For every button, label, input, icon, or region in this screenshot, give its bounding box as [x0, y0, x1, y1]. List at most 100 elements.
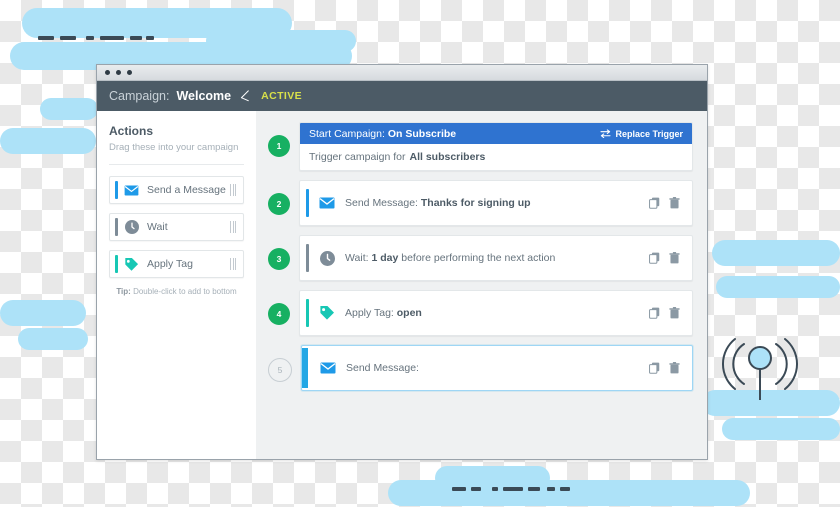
- copy-icon[interactable]: [649, 197, 660, 209]
- step-text: Send Message:: [346, 362, 649, 374]
- sidebar-tip-text: Double-click to add to bottom: [133, 287, 237, 296]
- action-step-card-apply-tag[interactable]: Apply Tag: open: [299, 290, 693, 336]
- cloud-shape: [0, 300, 86, 326]
- step-bullet[interactable]: 1: [268, 135, 290, 157]
- step-accent-bar: [306, 244, 309, 272]
- action-step-row: Send Message:: [302, 346, 692, 390]
- cloud-shape: [712, 240, 840, 266]
- sidebar-tip: Tip: Double-click to add to bottom: [109, 287, 244, 296]
- action-card-wait[interactable]: Wait: [109, 213, 244, 241]
- dash-mark: [86, 36, 94, 40]
- campaign-step: 4 Apply Tag: open: [262, 290, 693, 336]
- action-card-label: Wait: [147, 221, 230, 233]
- sidebar-title: Actions: [109, 124, 244, 138]
- trigger-card[interactable]: Start Campaign: On Subscribe Replace Tri…: [299, 122, 693, 171]
- trash-icon[interactable]: [669, 362, 680, 374]
- action-step-card-send-message-draft[interactable]: Send Message:: [301, 345, 693, 391]
- step-value: 1 day: [371, 252, 398, 264]
- step-accent-bar: [306, 299, 309, 327]
- cloud-shape: [722, 418, 840, 440]
- copy-icon[interactable]: [649, 252, 660, 264]
- action-card-send-a-message[interactable]: Send a Message: [109, 176, 244, 204]
- tag-icon: [123, 256, 140, 273]
- step-suffix: before performing the next action: [401, 252, 555, 264]
- window-minimize-dot[interactable]: [116, 70, 121, 75]
- step-accent-bar: [302, 348, 308, 388]
- tag-icon: [318, 304, 336, 322]
- drag-handle-icon[interactable]: [230, 184, 236, 196]
- dash-mark: [38, 36, 54, 40]
- campaign-step: 2 Send Message: Thanks for signing up: [262, 180, 693, 226]
- step-actions: [649, 362, 680, 374]
- step-prefix: Send Message:: [345, 197, 418, 209]
- status-badge: ACTIVE: [261, 90, 302, 102]
- replace-trigger-label: Replace Trigger: [615, 129, 683, 139]
- dash-mark: [60, 36, 76, 40]
- sidebar-subtitle: Drag these into your campaign: [109, 142, 244, 153]
- action-card-apply-tag[interactable]: Apply Tag: [109, 250, 244, 278]
- drag-handle-icon[interactable]: [230, 258, 236, 270]
- dash-mark: [471, 487, 481, 491]
- action-step-row: Wait: 1 day before performing the next a…: [300, 236, 692, 280]
- app-window: Campaign: Welcome ACTIVE Actions Drag th…: [96, 64, 708, 460]
- step-actions: [649, 197, 680, 209]
- window-close-dot[interactable]: [105, 70, 110, 75]
- step-text: Apply Tag: open: [345, 307, 649, 319]
- campaign-step: 1 Start Campaign: On Subscribe Replace T…: [262, 122, 693, 171]
- step-prefix: Wait:: [345, 252, 369, 264]
- dash-mark: [146, 36, 154, 40]
- clock-icon: [123, 219, 140, 236]
- step-prefix: Send Message:: [346, 362, 419, 374]
- action-step-card-wait[interactable]: Wait: 1 day before performing the next a…: [299, 235, 693, 281]
- trash-icon[interactable]: [669, 307, 680, 319]
- step-bullet[interactable]: 3: [268, 248, 290, 270]
- step-value: open: [397, 307, 422, 319]
- action-accent-bar: [115, 218, 118, 236]
- trash-icon[interactable]: [669, 197, 680, 209]
- action-accent-bar: [115, 255, 118, 273]
- campaign-step: 5 Send Message:: [262, 345, 693, 391]
- step-value: Thanks for signing up: [421, 197, 531, 209]
- trigger-body-value[interactable]: All subscribers: [409, 151, 485, 163]
- window-maximize-dot[interactable]: [127, 70, 132, 75]
- broadcast-antenna-icon: [718, 336, 802, 404]
- campaign-name: Welcome: [176, 89, 231, 103]
- cloud-shape: [40, 98, 98, 120]
- action-accent-bar: [115, 181, 118, 199]
- step-accent-bar: [306, 189, 309, 217]
- copy-icon[interactable]: [649, 362, 660, 374]
- action-step-card-send-message[interactable]: Send Message: Thanks for signing up: [299, 180, 693, 226]
- dash-mark: [547, 487, 555, 491]
- step-bullet[interactable]: 4: [268, 303, 290, 325]
- envelope-icon: [123, 182, 140, 199]
- sidebar-tip-prefix: Tip:: [116, 287, 131, 296]
- clock-icon: [318, 249, 336, 267]
- drag-handle-icon[interactable]: [230, 221, 236, 233]
- dash-mark: [130, 36, 142, 40]
- action-card-label: Apply Tag: [147, 258, 230, 270]
- step-prefix: Apply Tag:: [345, 307, 394, 319]
- actions-sidebar: Actions Drag these into your campaign Se…: [97, 111, 256, 459]
- pencil-icon[interactable]: [238, 90, 250, 102]
- step-bullet[interactable]: 2: [268, 193, 290, 215]
- step-text: Wait: 1 day before performing the next a…: [345, 252, 649, 264]
- trigger-body-prefix: Trigger campaign for: [309, 151, 405, 163]
- cloud-shape: [206, 30, 356, 52]
- step-text: Send Message: Thanks for signing up: [345, 197, 649, 209]
- copy-icon[interactable]: [649, 307, 660, 319]
- trigger-body: Trigger campaign for All subscribers: [300, 144, 692, 170]
- dash-mark: [492, 487, 498, 491]
- action-step-row: Send Message: Thanks for signing up: [300, 181, 692, 225]
- sidebar-divider: [109, 164, 244, 165]
- replace-trigger-button[interactable]: Replace Trigger: [600, 129, 683, 139]
- window-titlebar: [97, 65, 707, 81]
- dash-mark: [528, 487, 540, 491]
- window-body: Actions Drag these into your campaign Se…: [97, 111, 707, 459]
- step-bullet[interactable]: 5: [268, 358, 292, 382]
- cloud-shape: [490, 480, 750, 506]
- trash-icon[interactable]: [669, 252, 680, 264]
- campaign-step: 3 Wait: 1 day before performing the next…: [262, 235, 693, 281]
- cloud-shape: [18, 328, 88, 350]
- trigger-prefix: Start Campaign:: [309, 128, 385, 140]
- action-card-label: Send a Message: [147, 184, 230, 196]
